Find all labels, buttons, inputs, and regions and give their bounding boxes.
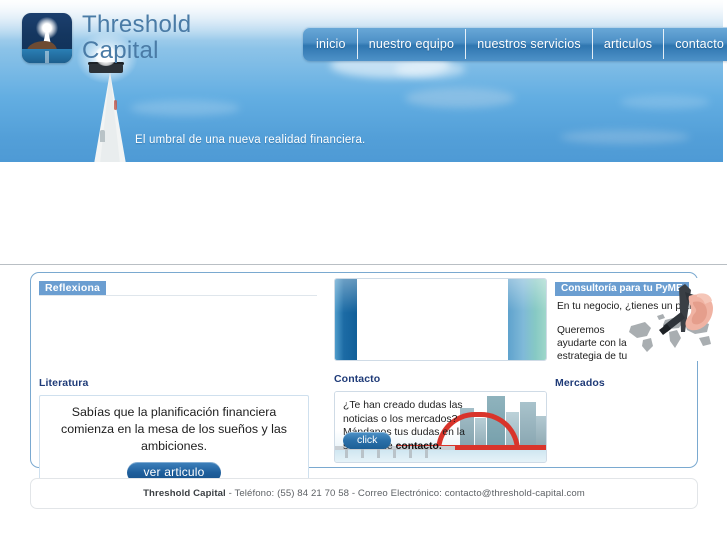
cloud-icon [620, 95, 710, 109]
footer-details: - Teléfono: (55) 84 21 70 58 - Correo El… [225, 488, 585, 499]
footer-contact-line: Threshold Capital - Teléfono: (55) 84 21… [143, 488, 585, 499]
column-reflexiona: Reflexiona Literatura Sabías que la plan… [39, 278, 317, 490]
cloud-icon [560, 130, 690, 144]
site-logo[interactable]: Threshold Capital [22, 12, 191, 64]
media-placeholder[interactable] [334, 278, 547, 361]
brand-wordmark: Threshold Capital [82, 12, 191, 64]
column-contacto: Contacto ¿Te han creado dudas las notici… [334, 278, 547, 464]
lighthouse-door [100, 130, 105, 142]
click-button[interactable]: click [343, 432, 392, 449]
contacto-card[interactable]: ¿Te han creado dudas las noticias o los … [334, 391, 547, 463]
nav-item-articulos[interactable]: articulos [593, 29, 665, 59]
building-icon [520, 402, 536, 446]
brand-line-2: Capital [82, 36, 159, 64]
hand-with-compass-icon [659, 284, 713, 335]
contacto-card-text-strong: contacto. [395, 441, 442, 453]
nav-item-nuestros-servicios[interactable]: nuestros servicios [466, 29, 593, 59]
main-navigation[interactable]: inicio nuestro equipo nuestros servicios… [303, 27, 727, 61]
building-icon [536, 416, 546, 446]
literatura-card: Sabías que la planificación financiera c… [39, 395, 309, 490]
nav-item-inicio[interactable]: inicio [305, 29, 358, 59]
cloud-icon [395, 60, 465, 78]
column-pyme: Consultoría para tu PyME En tu negocio, … [555, 278, 717, 464]
media-left-bar [335, 279, 357, 360]
lighthouse-marking [114, 100, 117, 110]
cloud-icon [405, 88, 515, 108]
subheading-mercados: Mercados [555, 377, 605, 389]
hero-tagline: El umbral de una nueva realidad financie… [135, 134, 366, 146]
site-footer: Threshold Capital - Teléfono: (55) 84 21… [30, 478, 698, 509]
pyme-card: Consultoría para tu PyME En tu negocio, … [555, 278, 717, 361]
nav-item-contacto[interactable]: contacto [664, 29, 727, 59]
footer-brand: Threshold Capital [143, 488, 226, 499]
lighthouse-tower-shade [100, 72, 120, 162]
subheading-literatura: Literatura [39, 377, 89, 389]
section-divider [0, 264, 727, 265]
lighthouse-icon [22, 12, 72, 63]
subheading-contacto: Contacto [334, 373, 381, 385]
section-label-reflexiona: Reflexiona [39, 281, 107, 296]
literatura-quote: Sabías que la planificación financiera c… [61, 405, 287, 453]
label-underline [39, 295, 317, 296]
nav-item-nuestro-equipo[interactable]: nuestro equipo [358, 29, 467, 59]
content-panel: Reflexiona Literatura Sabías que la plan… [30, 272, 717, 490]
media-right-bar [508, 279, 546, 360]
logo-reflection [45, 50, 49, 63]
brand-line-1: Threshold [82, 11, 192, 38]
